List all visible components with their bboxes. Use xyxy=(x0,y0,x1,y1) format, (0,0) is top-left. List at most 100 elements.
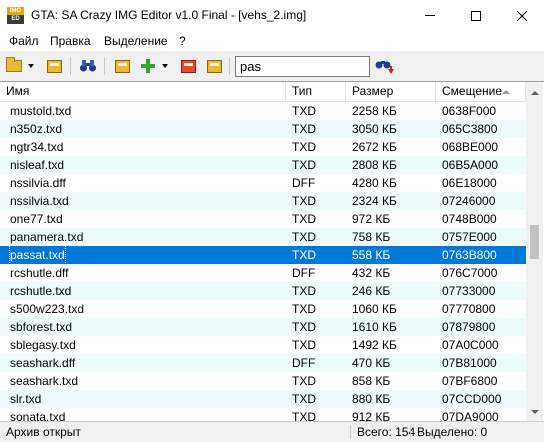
column-header-type[interactable]: Тип xyxy=(286,82,346,102)
add-dropdown-button[interactable] xyxy=(160,56,170,76)
list-row[interactable]: n350z.txd TXD 3050 КБ 065C3800 xyxy=(0,120,526,138)
scroll-down-button[interactable] xyxy=(526,403,543,420)
find-button[interactable] xyxy=(78,56,98,76)
cell-name: sbforest.txd xyxy=(10,320,73,334)
list-row[interactable]: one77.txd TXD 972 КБ 0748B000 xyxy=(0,210,526,228)
sort-ascending-icon xyxy=(502,90,510,94)
minimize-icon xyxy=(424,15,435,16)
status-archive-state: Архив открыт xyxy=(6,425,81,439)
rebuild-button[interactable] xyxy=(44,56,64,76)
add-button[interactable] xyxy=(138,56,158,76)
maximize-button[interactable] xyxy=(453,0,498,31)
cell-type: TXD xyxy=(292,320,316,334)
list-row[interactable]: slr.txd TXD 880 КБ 07CCD000 xyxy=(0,390,526,408)
cell-offset: 06B5A000 xyxy=(442,158,499,172)
cell-type: TXD xyxy=(292,230,316,244)
cell-name: sblegasy.txd xyxy=(10,338,76,352)
cell-type: TXD xyxy=(292,392,316,406)
delete-icon xyxy=(180,59,196,73)
cell-size: 972 КБ xyxy=(352,212,391,226)
menu-selection[interactable]: Выделение xyxy=(104,34,168,48)
cell-type: DFF xyxy=(292,356,316,370)
cell-type: TXD xyxy=(292,140,316,154)
open-dropdown-button[interactable] xyxy=(26,56,36,76)
find-icon xyxy=(80,60,96,72)
cell-size: 3050 КБ xyxy=(352,122,397,136)
cell-type: TXD xyxy=(292,284,316,298)
cell-size: 858 КБ xyxy=(352,374,391,388)
list-row[interactable]: panamera.txd TXD 758 КБ 0757E000 xyxy=(0,228,526,246)
list-row[interactable]: s500w223.txd TXD 1060 КБ 07770800 xyxy=(0,300,526,318)
scrollbar-thumb[interactable] xyxy=(530,225,539,259)
list-row[interactable]: sblegasy.txd TXD 1492 КБ 07A0C000 xyxy=(0,336,526,354)
cell-type: TXD xyxy=(292,302,316,316)
list-rows: mustold.txd TXD 2258 КБ 0638F000 n350z.txd T… xyxy=(0,102,526,422)
status-total-count: Всего: 154 xyxy=(357,425,416,439)
list-row[interactable]: sbforest.txd TXD 1610 КБ 07879800 xyxy=(0,318,526,336)
search-input[interactable] xyxy=(235,56,370,77)
cell-offset: 07DA9000 xyxy=(442,410,499,422)
cell-offset: 07879800 xyxy=(442,320,496,334)
cell-name: rcshutle.txd xyxy=(10,284,72,298)
toolbar-separator xyxy=(229,57,230,75)
cell-name: passat.txd xyxy=(9,245,66,265)
list-row[interactable]: seashark.txd TXD 858 КБ 07BF6800 xyxy=(0,372,526,390)
cell-type: TXD xyxy=(292,122,316,136)
open-folder-icon xyxy=(6,57,22,72)
cell-type: TXD xyxy=(292,104,316,118)
cell-size: 758 КБ xyxy=(352,230,391,244)
menu-edit[interactable]: Правка xyxy=(50,34,91,48)
rebuild-archive-icon xyxy=(46,59,62,73)
cell-size: 2324 КБ xyxy=(352,194,397,208)
list-row[interactable]: ngtr34.txd TXD 2672 КБ 068BE000 xyxy=(0,138,526,156)
vertical-scrollbar[interactable] xyxy=(526,82,543,422)
cell-name: one77.txd xyxy=(10,212,63,226)
cell-offset: 07B81000 xyxy=(442,356,497,370)
list-row[interactable]: mustold.txd TXD 2258 КБ 0638F000 xyxy=(0,102,526,120)
cell-type: TXD xyxy=(292,410,316,422)
list-row[interactable]: nssilvia.dff DFF 4280 КБ 06E18000 xyxy=(0,174,526,192)
cell-name: nssilvia.txd xyxy=(10,194,69,208)
replace-button[interactable] xyxy=(204,56,224,76)
cell-offset: 07770800 xyxy=(442,302,496,316)
delete-button[interactable] xyxy=(178,56,198,76)
menu-help[interactable]: ? xyxy=(179,34,186,48)
maximize-icon xyxy=(470,10,481,21)
scroll-up-button[interactable] xyxy=(526,84,543,101)
column-header-name[interactable]: Имя xyxy=(0,82,286,102)
status-separator xyxy=(350,425,351,439)
list-row[interactable]: rcshutle.dff DFF 432 КБ 076C7000 xyxy=(0,264,526,282)
open-button[interactable] xyxy=(4,56,24,76)
add-dropdown-arrow-icon xyxy=(162,64,168,68)
minimize-button[interactable] xyxy=(407,0,452,31)
cell-size: 4280 КБ xyxy=(352,176,397,190)
cell-name: seashark.dff xyxy=(10,356,76,370)
window-title: GTA: SA Crazy IMG Editor v1.0 Final - [v… xyxy=(31,8,307,22)
cell-size: 432 КБ xyxy=(352,266,391,280)
cell-name: panamera.txd xyxy=(10,230,84,244)
cell-size: 558 КБ xyxy=(352,248,391,262)
app-logo-text-bottom: ED xyxy=(11,16,20,22)
list-row[interactable]: nssilvia.txd TXD 2324 КБ 07246000 xyxy=(0,192,526,210)
column-header-offset[interactable]: Смещение xyxy=(436,82,526,102)
status-bar: Архив открыт Всего: 154 Выделено: 0 xyxy=(0,421,544,442)
cell-offset: 0763B800 xyxy=(442,248,497,262)
list-row[interactable]: nisleaf.txd TXD 2808 КБ 06B5A000 xyxy=(0,156,526,174)
cell-size: 1492 КБ xyxy=(352,338,397,352)
extract-button[interactable] xyxy=(112,56,132,76)
cell-size: 470 КБ xyxy=(352,356,391,370)
list-row[interactable]: rcshutle.txd TXD 246 КБ 07733000 xyxy=(0,282,526,300)
find-next-button[interactable] xyxy=(375,57,395,77)
list-row[interactable]: sonata.txd TXD 912 КБ 07DA9000 xyxy=(0,408,526,422)
file-list[interactable]: Имя Тип Размер Смещение mustold.txd TXD 22… xyxy=(0,81,544,422)
status-selected-count: Выделено: 0 xyxy=(417,425,488,439)
cell-offset: 068BE000 xyxy=(442,140,499,154)
cell-offset: 07CCD000 xyxy=(442,392,502,406)
menu-file[interactable]: Файл xyxy=(9,34,39,48)
close-button[interactable] xyxy=(499,0,544,31)
cell-type: DFF xyxy=(292,176,316,190)
cell-name: mustold.txd xyxy=(10,104,72,118)
list-row[interactable]: seashark.dff DFF 470 КБ 07B81000 xyxy=(0,354,526,372)
column-header-size[interactable]: Размер xyxy=(346,82,436,102)
list-row-selected[interactable]: passat.txd TXD 558 КБ 0763B800 xyxy=(0,245,526,265)
